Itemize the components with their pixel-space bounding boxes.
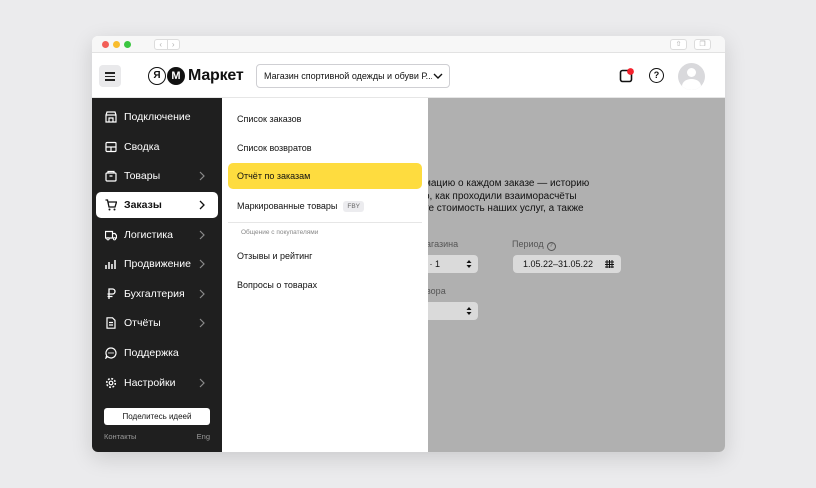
sidebar-item-accounting[interactable]: Бухгалтерия [96, 281, 218, 307]
submenu-item-marked-goods[interactable]: Маркированные товары FBY [228, 193, 422, 219]
store-field-label: агазина [428, 239, 459, 249]
language-switch[interactable]: Eng [197, 432, 210, 441]
main-area-overlay: мацию о каждом заказе — историю о, как п… [428, 98, 725, 452]
submenu-item-label: Список возвратов [237, 143, 312, 153]
sidebar-item-label: Подключение [124, 111, 191, 123]
sidebar-item-label: Сводка [124, 141, 160, 153]
sidebar: Подключение Сводка Товары Заказы Логисти… [92, 98, 222, 452]
period-help-icon[interactable]: ? [546, 242, 556, 251]
browser-window: ‹ › ⇧ ❐ Я M Маркет Магазин спортивной од… [92, 36, 725, 452]
period-picker[interactable]: 1.05.22–31.05.22 [513, 255, 621, 273]
submenu-item-label: Список заказов [237, 114, 302, 124]
description-line: мацию о каждом заказе — историю [428, 178, 590, 189]
report-description: мацию о каждом заказе — историю о, как п… [428, 178, 624, 216]
sidebar-item-connection[interactable]: Подключение [96, 104, 218, 130]
sidebar-item-label: Поддержка [124, 347, 179, 359]
chevron-right-icon [199, 259, 205, 269]
sidebar-item-settings[interactable]: Настройки [96, 370, 218, 396]
sidebar-item-summary[interactable]: Сводка [96, 134, 218, 160]
description-line: те стоимость наших услуг, а также [428, 203, 584, 214]
chevron-right-icon [199, 171, 205, 181]
app-header: Я M Маркет Магазин спортивной одежды и о… [92, 54, 725, 98]
logo-m-mark: M [167, 67, 185, 85]
submenu-item-label: Маркированные товары [237, 201, 338, 211]
logo-ya-mark: Я [148, 67, 166, 85]
chevron-down-icon [433, 73, 443, 79]
description-line: о, как проходили взаиморасчёты [428, 190, 577, 202]
chevron-right-icon [199, 318, 205, 328]
submenu-section-heading: Общение с покупателями [241, 229, 319, 236]
dashboard-icon [105, 141, 117, 153]
logo-text: Маркет [188, 67, 244, 84]
share-idea-button[interactable]: Поделитесь идеей [104, 408, 210, 425]
yandex-market-logo[interactable]: Я M Маркет [148, 66, 244, 86]
gear-icon [105, 377, 117, 389]
submenu-item-returns-list[interactable]: Список возвратов [228, 135, 422, 161]
sort-arrows-icon [466, 307, 472, 315]
store-field-value: р · 1 [428, 259, 441, 269]
sidebar-item-label: Настройки [124, 377, 176, 389]
box-icon [105, 170, 117, 182]
chevron-right-icon [199, 378, 205, 388]
notification-icon[interactable] [619, 68, 635, 84]
chevron-right-icon [199, 230, 205, 240]
sidebar-item-label: Логистика [124, 229, 174, 241]
store-select[interactable]: Магазин спортивной одежды и обуви Р... [256, 64, 450, 88]
sidebar-item-products[interactable]: Товары [96, 163, 218, 189]
tabs-overview-icon[interactable]: ❐ [694, 39, 711, 50]
sidebar-item-promotion[interactable]: Продвижение [96, 251, 218, 277]
truck-icon [105, 230, 117, 241]
sidebar-item-label: Отчёты [124, 317, 161, 329]
submenu-item-product-questions[interactable]: Вопросы о товарах [228, 272, 422, 298]
store-icon [105, 111, 117, 123]
submenu-item-label: Отчёт по заказам [237, 171, 311, 181]
sidebar-item-reports[interactable]: Отчёты [96, 310, 218, 336]
cart-icon [105, 199, 117, 211]
chat-icon [105, 347, 117, 359]
period-value: 1.05.22–31.05.22 [523, 259, 594, 269]
share-icon[interactable]: ⇧ [670, 39, 687, 50]
sidebar-item-label: Бухгалтерия [124, 288, 185, 300]
sidebar-item-label: Заказы [124, 199, 162, 211]
store-field-select[interactable]: р · 1 [428, 255, 478, 273]
sidebar-item-label: Продвижение [124, 258, 191, 270]
chevron-right-icon [199, 289, 205, 299]
history-nav: ‹ › [154, 39, 180, 50]
orders-submenu: Список заказов Список возвратов Отчёт по… [222, 98, 428, 452]
product-field-label: вора [428, 286, 446, 296]
submenu-item-orders-list[interactable]: Список заказов [228, 106, 422, 132]
chart-icon [105, 260, 116, 269]
help-icon[interactable]: ? [649, 68, 664, 83]
maximize-window-button[interactable] [124, 41, 131, 48]
submenu-item-orders-report[interactable]: Отчёт по заказам [228, 163, 422, 189]
document-icon [106, 317, 116, 329]
menu-button[interactable] [99, 65, 121, 87]
close-window-button[interactable] [102, 41, 109, 48]
avatar-icon[interactable] [678, 63, 705, 90]
product-field-select[interactable] [428, 302, 478, 320]
sidebar-item-label: Товары [124, 170, 161, 182]
contacts-link[interactable]: Контакты [104, 432, 136, 441]
page-content: Подключение Сводка Товары Заказы Логисти… [92, 98, 725, 452]
forward-icon[interactable]: › [168, 40, 180, 49]
back-icon[interactable]: ‹ [155, 40, 168, 49]
sidebar-item-logistics[interactable]: Логистика [96, 222, 218, 248]
minimize-window-button[interactable] [113, 41, 120, 48]
sort-arrows-icon [466, 260, 472, 268]
submenu-divider [228, 222, 422, 223]
submenu-item-label: Отзывы и рейтинг [237, 251, 313, 261]
submenu-item-label: Вопросы о товарах [237, 280, 318, 290]
store-select-value: Магазин спортивной одежды и обуви Р... [264, 71, 432, 81]
period-label: Период [512, 239, 544, 249]
browser-titlebar: ‹ › ⇧ ❐ [92, 36, 725, 53]
sidebar-item-orders[interactable]: Заказы [96, 192, 218, 218]
chevron-right-icon [199, 200, 205, 210]
period-label-wrap: Период? [512, 239, 556, 251]
sidebar-item-support[interactable]: Поддержка [96, 340, 218, 366]
submenu-item-reviews[interactable]: Отзывы и рейтинг [228, 243, 422, 269]
fby-badge: FBY [343, 200, 365, 212]
ruble-icon [107, 288, 116, 299]
calendar-icon [605, 260, 614, 268]
